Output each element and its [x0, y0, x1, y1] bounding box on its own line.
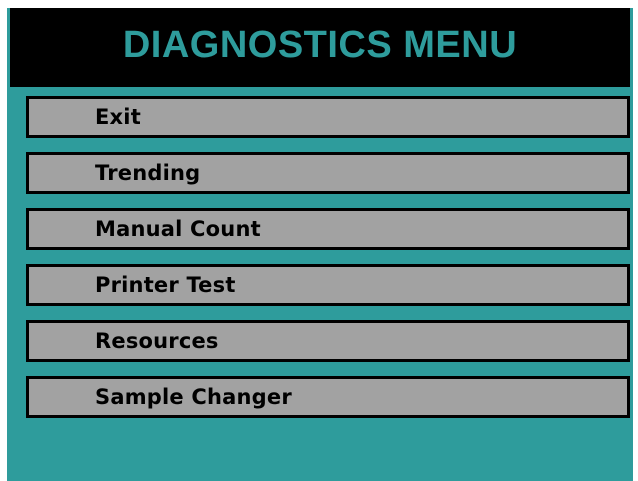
trending-button[interactable]: Trending	[26, 152, 630, 194]
exit-button-label: Exit	[95, 105, 141, 129]
resources-button-label: Resources	[95, 329, 219, 353]
resources-button[interactable]: Resources	[26, 320, 630, 362]
page-title: DIAGNOSTICS MENU	[122, 24, 518, 66]
exit-button[interactable]: Exit	[26, 96, 630, 138]
diagnostics-screen: DIAGNOSTICS MENU Exit Trending Manual Co…	[7, 8, 633, 481]
title-bar: DIAGNOSTICS MENU	[10, 8, 630, 87]
printer-test-button-label: Printer Test	[95, 273, 236, 297]
diagnostics-menu: Exit Trending Manual Count Printer Test …	[26, 96, 630, 432]
sample-changer-button-label: Sample Changer	[95, 385, 292, 409]
sample-changer-button[interactable]: Sample Changer	[26, 376, 630, 418]
manual-count-button-label: Manual Count	[95, 217, 261, 241]
printer-test-button[interactable]: Printer Test	[26, 264, 630, 306]
trending-button-label: Trending	[95, 161, 201, 185]
manual-count-button[interactable]: Manual Count	[26, 208, 630, 250]
